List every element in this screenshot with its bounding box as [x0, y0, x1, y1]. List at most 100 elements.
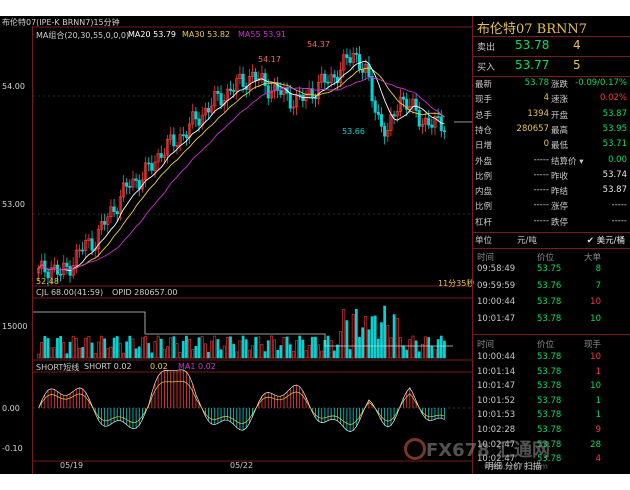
volume-bar: [430, 345, 434, 359]
candle-body: [392, 114, 396, 117]
instrument-title: 布伦特07 BRNN7: [477, 22, 588, 37]
candle-body: [172, 134, 176, 147]
candle-body: [216, 91, 220, 94]
volume-bar: [200, 336, 204, 359]
stat-value: 280657: [516, 123, 549, 134]
trade-qty: 7: [595, 280, 601, 291]
volume-bar: [345, 320, 349, 359]
volume-bar: [241, 335, 245, 359]
volume-bar: [103, 338, 107, 359]
trade-time: 10:01:47: [477, 313, 516, 324]
volume-bar: [163, 348, 166, 359]
trade-row: 10:01:52 53.78 1: [475, 396, 629, 408]
volume-bar: [40, 342, 44, 359]
volume-bar: [380, 322, 383, 359]
volume-bar: [266, 340, 270, 359]
volume-bar: [90, 342, 94, 359]
trade-qty: 1: [595, 395, 601, 406]
volume-bar: [317, 344, 320, 359]
candle-body: [134, 178, 138, 181]
divider: [473, 248, 630, 249]
volume-bar: [326, 335, 330, 359]
volume-bar: [244, 339, 248, 359]
divider: [473, 76, 630, 77]
stat-row: 比例 ----- 涨停 -----: [475, 200, 629, 212]
stat-value-2: 0.00: [608, 154, 627, 165]
sell-row[interactable]: 卖出 53.78 4: [477, 38, 627, 56]
candle-body: [288, 92, 292, 109]
volume-bar: [339, 331, 342, 359]
unit-usd-toggle[interactable]: ✔ 美元/桶: [587, 234, 625, 246]
buy-row[interactable]: 买入 53.77 5: [477, 58, 627, 76]
candle-body: [442, 130, 446, 132]
candle-body: [65, 262, 69, 267]
annotation-high: 54.37: [307, 40, 330, 49]
candle-body: [323, 73, 327, 83]
volume-bar: [301, 339, 305, 359]
watermark-sub: www.fx678.com: [484, 462, 548, 471]
short-name-label: SHORT短线: [36, 363, 80, 372]
volume-bar: [100, 335, 103, 359]
volume-bar: [443, 340, 446, 359]
volume-bar: [329, 339, 333, 359]
stat-value: -----: [533, 169, 549, 180]
volume-bar: [254, 337, 258, 359]
volume-bar: [288, 344, 292, 359]
stat-value-2: 53.95: [602, 123, 627, 134]
volume-bar: [210, 340, 213, 359]
trade-qty: 28: [590, 439, 601, 450]
volume-bar: [263, 351, 267, 359]
chart-svg[interactable]: [33, 16, 472, 474]
volume-bar: [87, 336, 91, 359]
candle-body: [254, 71, 258, 82]
volume-bar: [188, 338, 191, 359]
header-price-2: 价位: [537, 340, 555, 350]
unit-yuan-toggle[interactable]: 元/吨: [517, 234, 537, 246]
volume-bar: [119, 342, 122, 359]
volume-bar: [125, 341, 129, 359]
volume-bar: [405, 349, 409, 359]
trade-time: 10:01:47: [477, 381, 516, 392]
candle-body: [279, 90, 283, 95]
candle-body: [436, 116, 440, 118]
volume-bar: [49, 347, 53, 359]
candle-body: [128, 185, 132, 188]
trade-time: 10:01:53: [477, 410, 516, 421]
annotation-start: 52.48: [36, 277, 59, 286]
stat-row: 内盘 ----- 昨结 53.87: [475, 185, 629, 197]
volume-bar: [93, 353, 97, 359]
volume-bar: [213, 335, 217, 359]
volume-bar: [112, 337, 116, 359]
candle-body: [159, 153, 163, 158]
volume-bar: [417, 351, 421, 359]
volume-bar: [332, 350, 336, 359]
trade-qty: 8: [595, 264, 601, 274]
watermark-site: 汇通网: [496, 440, 551, 461]
volume-bar: [295, 340, 298, 359]
annotation-peak: 54.17: [258, 55, 281, 64]
stat-label: 总手: [475, 110, 493, 121]
chart-area[interactable]: 布伦特07(IPE-K BRNN7)15分钟 MA组合(20,30,55,0,0…: [0, 16, 475, 474]
candle-body: [59, 273, 63, 276]
ma1-label: MA1 0.02: [178, 362, 216, 371]
stat-label: 外盘: [475, 156, 493, 167]
trade-price: 53.78: [537, 313, 562, 324]
volume-bar: [348, 349, 352, 359]
stat-label: 内盘: [475, 187, 493, 198]
volume-bar: [376, 338, 380, 359]
short-v2-label: 0.02: [150, 362, 168, 371]
candle-body: [197, 118, 201, 126]
countdown-label: 11分35秒: [438, 279, 475, 288]
volume-bar: [436, 339, 440, 359]
trade-price: 53.76: [537, 280, 562, 291]
candle-body: [228, 88, 233, 91]
trade-row: 10:01:47 53.78 10: [475, 314, 629, 326]
candle-body: [206, 107, 210, 113]
trade-time: 10:02:28: [477, 425, 516, 435]
candle-body: [354, 52, 358, 55]
short-line: [38, 369, 445, 432]
volume-bar: [153, 341, 157, 359]
volume-bar: [383, 305, 387, 359]
stat-value: -----: [533, 185, 549, 196]
trade-qty: 10: [590, 313, 601, 324]
